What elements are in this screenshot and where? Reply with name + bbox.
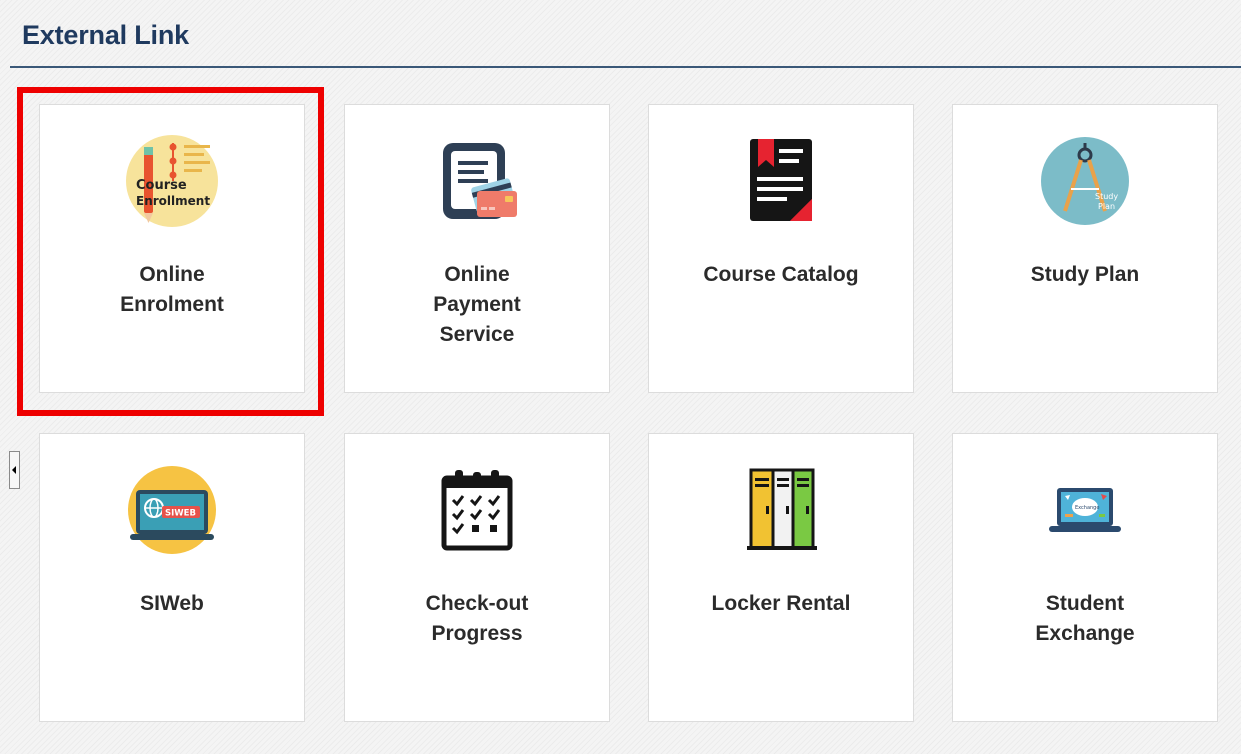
- exchange-icon-text: Exchange: [1075, 505, 1099, 511]
- tile-label: Study Plan: [1030, 263, 1140, 286]
- tile-course-catalog[interactable]: Course Catalog: [648, 104, 914, 393]
- tile-label: SIWeb: [140, 592, 204, 615]
- arrow-left-icon: [12, 466, 16, 474]
- section-title: External Link: [22, 20, 189, 50]
- tile-label: Online Payment Service: [433, 263, 521, 346]
- course-icon-text-1: Course: [136, 178, 187, 193]
- locker-icon: [747, 468, 817, 550]
- checklist-calendar-icon: [441, 470, 513, 551]
- siweb-laptop-icon: SIWEB: [128, 466, 216, 554]
- tile-online-enrolment[interactable]: Course Enrollment Online Enrolment: [39, 104, 305, 393]
- tile-online-payment-service[interactable]: Online Payment Service: [344, 104, 610, 393]
- tile-label: Student Exchange: [1035, 592, 1135, 645]
- siweb-icon-text: SIWEB: [165, 509, 196, 519]
- study-icon-text-2: Plan: [1098, 202, 1115, 211]
- external-link-page: External Link Course Enrollment Online E…: [0, 0, 1241, 754]
- tile-student-exchange[interactable]: Exchange Student Exchange: [952, 433, 1218, 722]
- catalog-book-icon: [750, 139, 812, 221]
- header-divider: [10, 66, 1241, 68]
- collapse-panel-button[interactable]: [9, 451, 20, 489]
- study-plan-compass-icon: Study Plan: [1041, 137, 1129, 225]
- course-enrollment-icon: Course Enrollment: [126, 135, 218, 227]
- exchange-laptop-icon: Exchange: [1049, 488, 1121, 532]
- tile-label: Course Catalog: [703, 263, 859, 286]
- tile-study-plan[interactable]: Study Plan Study Plan: [952, 104, 1218, 393]
- tile-siweb[interactable]: SIWEB SIWeb: [39, 433, 305, 722]
- tile-locker-rental[interactable]: Locker Rental: [648, 433, 914, 722]
- tile-label: Locker Rental: [711, 592, 851, 615]
- tile-label: Check-out Progress: [425, 592, 529, 645]
- payment-card-icon: [443, 143, 517, 219]
- tile-check-out-progress[interactable]: Check-out Progress: [344, 433, 610, 722]
- study-icon-text-1: Study: [1095, 192, 1118, 201]
- tile-label: Online Enrolment: [120, 263, 224, 316]
- section-header: External Link: [10, 0, 1241, 68]
- course-icon-text-2: Enrollment: [136, 194, 210, 208]
